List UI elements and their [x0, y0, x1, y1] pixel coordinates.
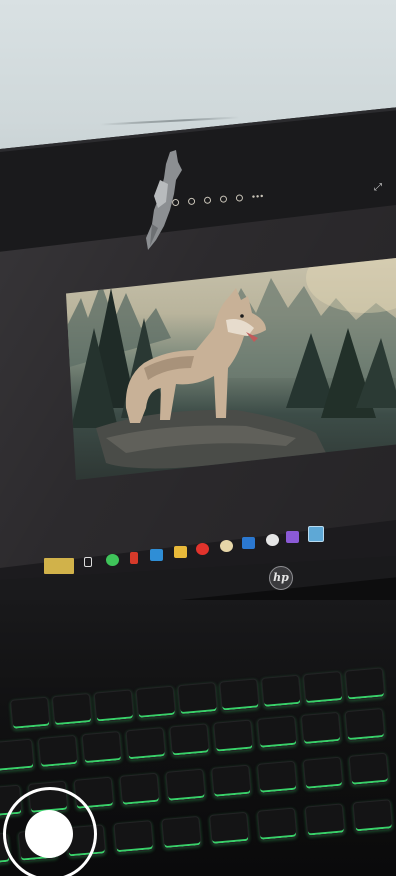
keyboard-key [344, 667, 386, 701]
paint-icon[interactable] [220, 540, 233, 552]
keyboard-key [165, 768, 206, 802]
expand-icon[interactable]: ⤢ [374, 182, 382, 193]
keyboard-key [256, 807, 298, 841]
keyboard-key [344, 708, 386, 742]
mail-icon[interactable] [150, 549, 163, 561]
keyboard-key [125, 727, 166, 761]
active-app-icon[interactable] [308, 526, 324, 542]
file-explorer-icon[interactable] [174, 546, 187, 558]
keyboard-key [261, 674, 302, 708]
camera-viewfinder: ••• ⤢ hp [0, 0, 396, 876]
opera-icon[interactable] [196, 543, 209, 555]
rotate-icon[interactable] [203, 196, 212, 204]
keyboard-key [256, 715, 298, 749]
keyboard-key [37, 734, 79, 769]
keyboard-key [161, 815, 202, 850]
keyboard-key [304, 803, 346, 837]
keyboard-key [169, 723, 210, 757]
keyboard-key [93, 689, 135, 723]
keyboard-key [213, 719, 254, 753]
keyboard-key [113, 820, 154, 854]
visual-studio-icon[interactable] [286, 531, 299, 543]
keyboard-key [177, 682, 218, 716]
favorite-icon[interactable] [187, 197, 196, 206]
delete-icon[interactable] [235, 194, 244, 202]
keyboard-key [0, 738, 35, 772]
keyboard-key [211, 764, 252, 798]
wolf-photo [66, 258, 396, 480]
keyboard-key [352, 799, 394, 833]
shutter-button[interactable] [25, 810, 73, 858]
search-thumbnail-icon[interactable] [44, 558, 74, 574]
keyboard-key [135, 685, 176, 719]
whatsapp-icon[interactable] [106, 554, 119, 566]
keyboard-key [81, 731, 123, 765]
taskbar-icons [44, 520, 344, 580]
keyboard-key [348, 752, 390, 786]
keyboard-key [219, 678, 260, 712]
keyboard-key [119, 772, 160, 806]
keyboard-key [300, 711, 342, 746]
office-icon[interactable] [130, 552, 138, 564]
share-icon[interactable] [171, 198, 180, 207]
keyboard-key [51, 693, 93, 727]
photos-icon[interactable] [266, 534, 279, 546]
keyboard-key [10, 696, 51, 730]
keyboard-key [302, 756, 344, 790]
wall-crack [100, 116, 240, 126]
keyboard-key [209, 811, 250, 845]
keyboard-key [256, 760, 298, 794]
store-icon[interactable] [242, 537, 255, 549]
info-icon[interactable] [219, 195, 228, 203]
more-icon[interactable]: ••• [252, 191, 265, 202]
task-view-icon[interactable] [84, 557, 92, 567]
keyboard-key [302, 671, 344, 705]
hp-logo: hp [269, 566, 293, 590]
